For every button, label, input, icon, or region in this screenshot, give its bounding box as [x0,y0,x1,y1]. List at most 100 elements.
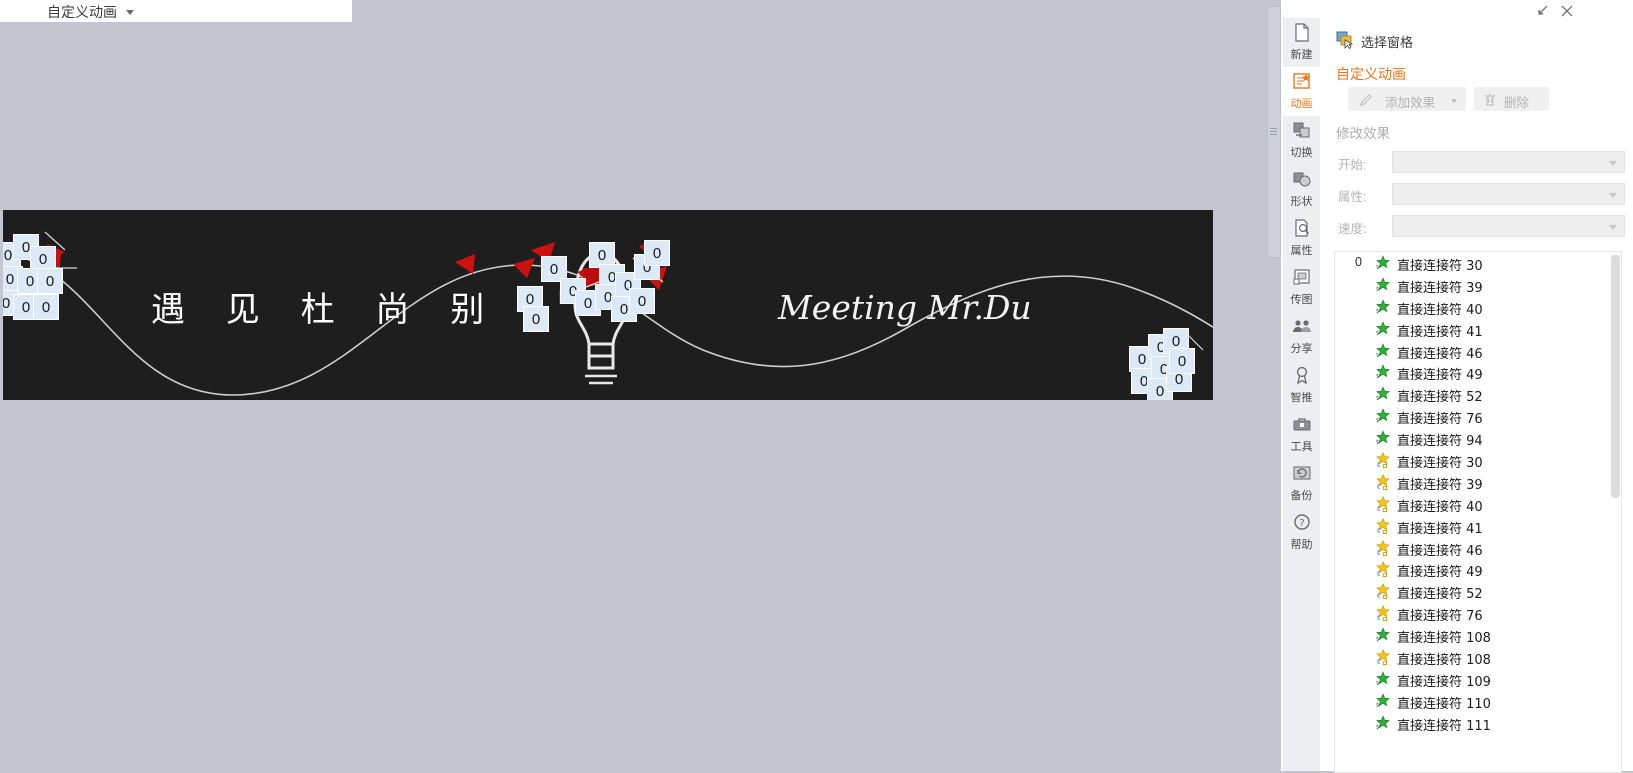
effect-list-row[interactable]: 直接连接符 41 [1335,515,1621,537]
modify-effect-title: 修改效果 [1336,126,1390,141]
delete-effect-label: 删除 [1504,96,1530,110]
effect-list-row[interactable]: 直接连接符 109 [1335,668,1621,690]
selection-pane-label: 选择窗格 [1361,35,1414,50]
share-icon [1283,312,1320,340]
green-star-icon [1375,715,1391,731]
toolbox-icon [1283,410,1320,438]
speed-field-label: 速度: [1338,222,1367,236]
delete-effect-button[interactable]: 删除 [1474,87,1549,111]
animation-order-badge[interactable]: 0 [644,240,670,266]
rail-item-5[interactable]: 属性 [1283,214,1320,263]
effect-list-row[interactable]: 直接连接符 39 [1335,471,1621,493]
chevron-down-icon[interactable] [1451,99,1457,103]
rail-item-8[interactable]: 智推 [1283,361,1320,410]
rail-item-9[interactable]: 工具 [1283,410,1320,459]
effect-list-row[interactable]: 直接连接符 49 [1335,558,1621,580]
rail-item-4[interactable]: 形状 [1283,165,1320,214]
rail-item-label: 传图 [1290,293,1313,306]
green-star-icon [1375,386,1391,402]
yellow-star-icon [1375,517,1391,534]
speed-dropdown[interactable] [1392,215,1625,237]
slide-workspace[interactable]: 遇 见 杜 尚 别 Meeting Mr.Du 0000000000000000… [0,0,1281,771]
shape-icon [1283,165,1320,193]
animation-order-badge[interactable]: 0 [37,268,63,294]
effect-name: 直接连接符 30 [1397,456,1483,472]
effect-list-row[interactable]: 直接连接符 46 [1335,537,1621,559]
effect-list-row[interactable]: 直接连接符 49 [1335,361,1621,383]
green-star-icon [1375,342,1391,359]
green-star-icon [1375,408,1391,424]
effect-list-row[interactable]: 直接连接符 110 [1335,690,1621,712]
effects-list-scrollbar-thumb[interactable] [1611,255,1620,498]
effect-name: 直接连接符 108 [1397,653,1491,669]
rail-item-3[interactable]: 切换 [1283,116,1320,165]
effect-name: 直接连接符 39 [1397,477,1483,493]
effect-list-row[interactable]: 直接连接符 30 [1335,449,1621,471]
selection-pane-button[interactable]: 选择窗格 [1336,31,1413,51]
effect-list-row[interactable]: 直接连接符 108 [1335,624,1621,646]
effect-name: 直接连接符 40 [1397,302,1483,318]
yellow-star-icon [1375,539,1391,556]
effect-name: 直接连接符 30 [1397,259,1483,274]
effect-name: 直接连接符 41 [1397,324,1483,340]
effect-list-row[interactable]: 直接连接符 52 [1335,580,1621,602]
rail-item-7[interactable]: 分享 [1283,312,1320,361]
effect-list-row[interactable]: 直接连接符 40 [1335,296,1621,318]
yellow-star-icon [1375,451,1391,469]
chevron-down-icon[interactable] [126,10,134,15]
effect-name: 直接连接符 76 [1397,412,1483,428]
property-field-label: 属性: [1338,190,1367,204]
effect-name: 直接连接符 52 [1397,587,1483,603]
rail-item-1[interactable]: 新建 [1283,18,1320,67]
effect-list-row[interactable]: 直接连接符 108 [1335,646,1621,668]
chevron-down-icon [1609,193,1617,198]
task-pane-body: 选择窗格 自定义动画 添加效果 删除 修改效果 开始: 属性: 速度: 0 直接… [1320,18,1633,773]
animation-icon [1283,67,1320,95]
chevron-down-icon [1609,225,1617,230]
rail-item-2[interactable]: 动画 [1283,67,1320,116]
rail-item-label: 新建 [1290,48,1313,61]
effect-list-row[interactable]: 直接连接符 39 [1335,274,1621,296]
start-dropdown[interactable] [1392,151,1625,173]
animation-order-badge[interactable]: 0 [629,288,655,314]
rail-item-10[interactable]: 备份 [1283,459,1320,508]
tool-rail[interactable]: 新建动画 切换形状属性传图分享 智推 工具 备份? 帮助 [1283,18,1320,771]
pencil-icon [1360,94,1372,106]
powerpoint-editor-window: 遇 见 杜 尚 别 Meeting Mr.Du 0000000000000000… [0,0,1633,773]
chevron-down-icon [1609,161,1617,166]
effect-name: 直接连接符 49 [1397,368,1483,384]
rail-item-11[interactable]: ? 帮助 [1283,508,1320,557]
add-effect-button[interactable]: 添加效果 [1348,87,1466,111]
rail-item-label: 形状 [1290,195,1313,208]
animation-order-badge[interactable]: 0 [33,294,59,320]
effect-list-row[interactable]: 直接连接符 76 [1335,405,1621,427]
green-star-icon [1375,671,1391,687]
svg-text:?: ? [1299,518,1304,529]
effect-list-row[interactable]: 直接连接符 46 [1335,340,1621,362]
slide-canvas[interactable]: 遇 见 杜 尚 别 Meeting Mr.Du 0000000000000000… [3,210,1213,400]
property-dropdown[interactable] [1392,183,1625,205]
effects-list[interactable]: 0 直接连接符 30 直接连接符 39 直接连接符 40 直接连接符 41 直接连接符 4… [1334,251,1622,773]
effect-list-row[interactable]: 直接连接符 94 [1335,427,1621,449]
green-star-icon [1375,320,1391,337]
smart-recommend-icon [1283,361,1320,389]
effect-name: 直接连接符 49 [1397,565,1483,581]
effects-list-scrollbar[interactable] [1611,253,1620,771]
effect-name: 直接连接符 76 [1397,609,1483,625]
task-pane-header: 自定义动画 [0,0,352,22]
effect-name: 直接连接符 52 [1397,390,1483,406]
effect-list-row[interactable]: 直接连接符 111 [1335,712,1621,734]
effect-list-row[interactable]: 直接连接符 40 [1335,493,1621,515]
task-pane-title: 自定义动画 [47,4,117,20]
effect-list-row[interactable]: 0 直接连接符 30 [1335,252,1621,274]
rail-item-6[interactable]: 传图 [1283,263,1320,312]
trash-icon [1485,93,1495,106]
effect-list-row[interactable]: 直接连接符 76 [1335,602,1621,624]
yellow-star-icon [1375,561,1391,578]
new-document-icon [1283,18,1320,46]
animation-order-badge[interactable]: 0 [523,306,549,332]
help-icon: ? [1283,508,1320,536]
animation-order-badge[interactable]: 0 [1169,348,1195,374]
effect-list-row[interactable]: 直接连接符 52 [1335,383,1621,405]
effect-list-row[interactable]: 直接连接符 41 [1335,318,1621,340]
